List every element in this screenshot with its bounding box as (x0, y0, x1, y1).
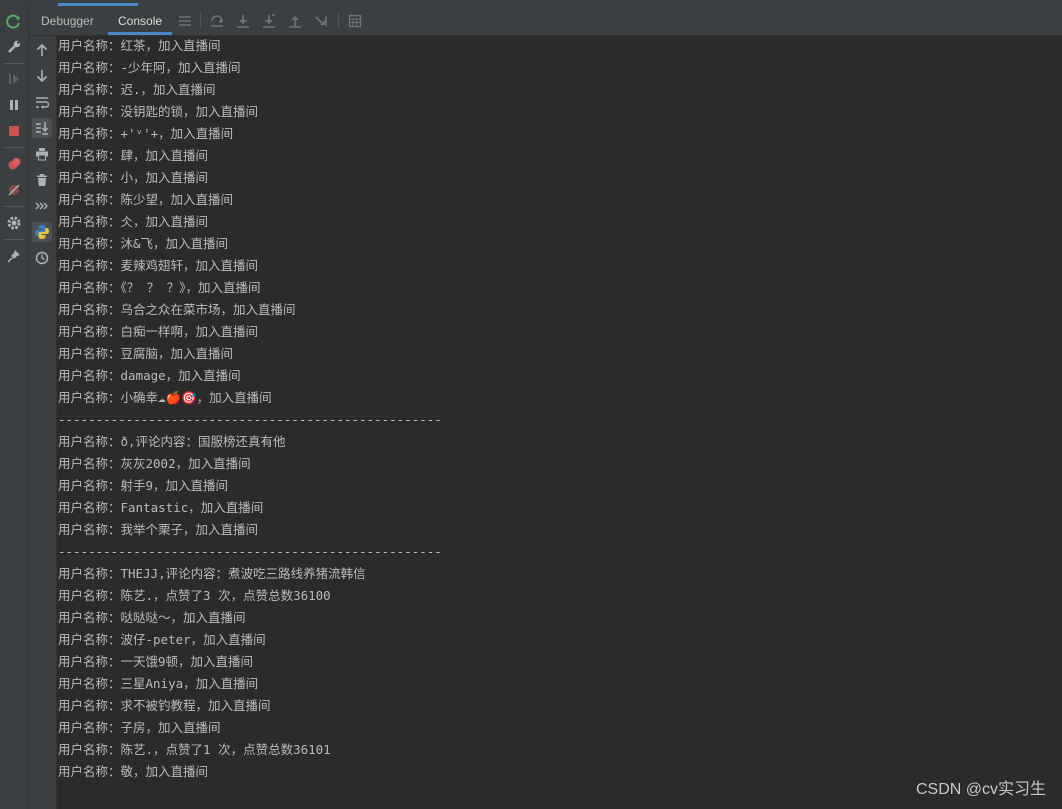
mute-breakpoints-icon[interactable] (4, 180, 24, 200)
console-line: 用户名称：ð,评论内容：国服榜还真有他 (58, 434, 286, 449)
debug-actions-toolbar (0, 7, 29, 809)
gear-icon[interactable] (4, 213, 24, 233)
show-command-icon[interactable] (32, 196, 52, 216)
console-line: 用户名称：+'ᵛ'+，加入直播间 (58, 126, 234, 141)
tab-console[interactable]: Console (108, 7, 173, 35)
separator (4, 206, 24, 207)
console-line: 用户名称：小，加入直播间 (58, 170, 209, 185)
pin-icon[interactable] (4, 246, 24, 266)
console-line: 用户名称：我举个栗子，加入直播间 (58, 522, 259, 537)
tab-bar: Debugger Console (29, 7, 1062, 36)
console-line: 用户名称：三星Aniya，加入直播间 (58, 676, 259, 691)
console-line: 用户名称：没钥匙的锁，加入直播间 (58, 104, 259, 119)
rerun-icon[interactable] (4, 12, 24, 32)
console-line: 用户名称：灰灰2002，加入直播间 (58, 456, 251, 471)
console-line: 用户名称：小确幸☁🍎🎯，加入直播间 (58, 390, 272, 405)
print-icon[interactable] (32, 144, 52, 164)
separator (4, 239, 24, 240)
console-line: 用户名称：豆腐脑，加入直播间 (58, 346, 234, 361)
console-line: 用户名称：波仔-peter，加入直播间 (58, 632, 266, 647)
console-line: 用户名称：陈艺.，点赞了3 次，点赞总数36100 (58, 588, 331, 603)
separator (4, 63, 24, 64)
force-step-into-icon[interactable] (261, 13, 277, 29)
python-console-icon[interactable] (32, 222, 52, 242)
tab-debugger[interactable]: Debugger (31, 7, 104, 35)
console-output[interactable]: 用户名称：红茶，加入直播间用户名称：-少年阿，加入直播间 用户名称：迟.，加入直播… (57, 36, 1062, 809)
step-into-icon[interactable] (235, 13, 251, 29)
console-line: 用户名称：射手9，加入直播间 (58, 478, 229, 493)
scroll-to-end-icon[interactable] (32, 118, 52, 138)
console-line: 用户名称：敬，加入直播间 (58, 764, 209, 779)
console-line: 用户名称：一天饿9顿，加入直播间 (58, 654, 254, 669)
step-over-icon[interactable] (209, 13, 225, 29)
trash-icon[interactable] (32, 170, 52, 190)
console-line: 用户名称：子房，加入直播间 (58, 720, 221, 735)
console-line: 用户名称：仌，加入直播间 (58, 214, 209, 229)
watermark: CSDN @cv实习生 (915, 781, 1046, 798)
evaluate-icon[interactable] (347, 13, 363, 29)
down-arrow-icon[interactable] (32, 66, 52, 86)
console-line: 用户名称：红茶，加入直播间 (58, 38, 221, 53)
console-line: 用户名称：肆，加入直播间 (58, 148, 209, 163)
up-arrow-icon[interactable] (32, 40, 52, 60)
console-line: ----------------------------------------… (58, 412, 442, 427)
lines-icon[interactable] (177, 13, 193, 29)
console-line: 用户名称：THEJJ,评论内容：煮波吃三路线养猪流韩信 (58, 566, 366, 581)
console-line: 用户名称：damage，加入直播间 (58, 368, 241, 383)
console-line: 用户名称：求不被钓教程，加入直播间 (58, 698, 271, 713)
console-line: 用户名称：哒哒哒～，加入直播间 (58, 610, 246, 625)
console-line: 用户名称：-少年阿，加入直播间 (58, 60, 241, 75)
top-accent (58, 3, 138, 6)
console-side-toolbar (29, 36, 57, 809)
console-line: 用户名称：陈少望，加入直播间 (58, 192, 234, 207)
stop-icon[interactable] (4, 121, 24, 141)
console-line: 用户名称：白痴一样啊，加入直播间 (58, 324, 259, 339)
separator (200, 13, 201, 29)
console-line: 用户名称：麦辣鸡翅轩，加入直播间 (58, 258, 259, 273)
history-icon[interactable] (32, 248, 52, 268)
console-line: 用户名称：迟.，加入直播间 (58, 82, 216, 97)
separator (4, 147, 24, 148)
separator (338, 13, 339, 29)
console-line: 用户名称：乌合之众在菜市场，加入直播间 (58, 302, 296, 317)
view-breakpoints-icon[interactable] (4, 154, 24, 174)
run-to-cursor-icon[interactable] (313, 13, 329, 29)
console-line: ----------------------------------------… (58, 544, 442, 559)
console-line: 用户名称：陈艺.，点赞了1 次，点赞总数36101 (58, 742, 331, 757)
console-line: 用户名称：Fantastic，加入直播间 (58, 500, 264, 515)
settings-wrench-icon[interactable] (4, 37, 24, 57)
pause-icon[interactable] (4, 95, 24, 115)
console-line: 用户名称：沐&飞，加入直播间 (58, 236, 229, 251)
soft-wrap-icon[interactable] (32, 92, 52, 112)
debug-tool-window: Debugger Console 用户名称：红茶，加入直播间 用户名称：-少年阿… (0, 0, 1062, 809)
console-line: 用户名称：《？ ？ ？》，加入直播间 (58, 280, 261, 295)
step-out-icon[interactable] (287, 13, 303, 29)
resume-icon[interactable] (4, 69, 24, 89)
